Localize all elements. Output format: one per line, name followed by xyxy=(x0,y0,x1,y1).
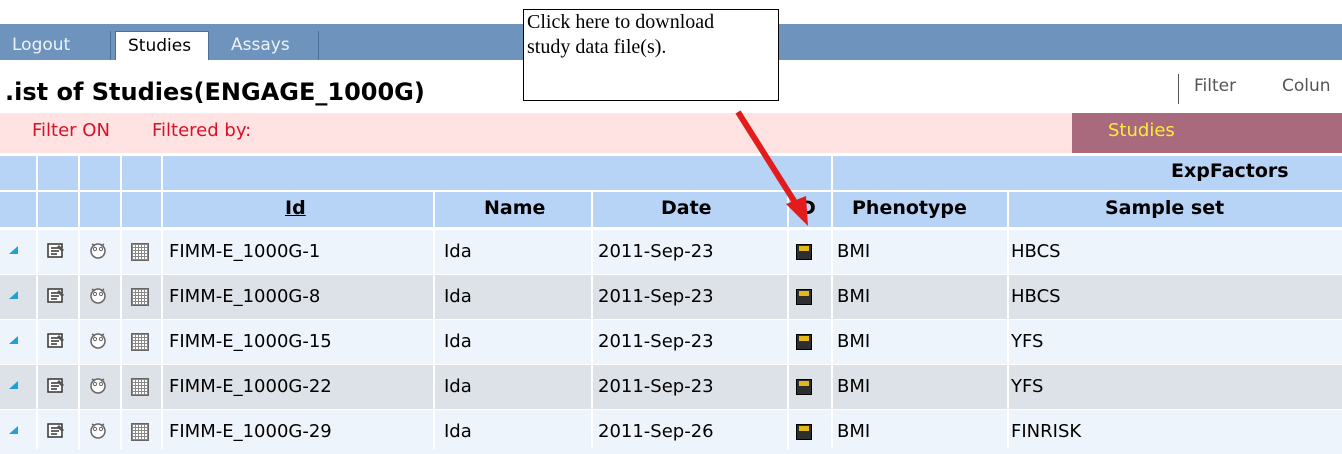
clock-icon[interactable] xyxy=(88,285,108,305)
cell-name: Ida xyxy=(444,376,472,397)
col-header-name[interactable]: Name xyxy=(484,197,545,219)
col-header-id[interactable]: Id xyxy=(285,197,306,219)
grid-icon[interactable] xyxy=(131,333,149,351)
clock-icon[interactable] xyxy=(88,240,108,260)
tab-logout[interactable]: Logout xyxy=(0,31,111,60)
grid-line xyxy=(591,192,593,449)
table-row[interactable]: FIMM-E_1000G-22 Ida 2011-Sep-23 BMI YFS xyxy=(0,365,1342,409)
cell-id: FIMM-E_1000G-15 xyxy=(169,331,332,352)
tab-assays[interactable]: Assays xyxy=(219,31,319,60)
clock-icon[interactable] xyxy=(88,375,108,395)
cell-date: 2011-Sep-23 xyxy=(598,331,714,352)
grid-icon[interactable] xyxy=(131,378,149,396)
edit-document-icon[interactable] xyxy=(46,422,66,440)
expfactors-header: ExpFactors xyxy=(1171,160,1289,182)
filter-status[interactable]: Filter ON xyxy=(32,120,110,141)
cell-name: Ida xyxy=(444,241,472,262)
download-floppy-icon[interactable] xyxy=(796,424,812,440)
cell-id: FIMM-E_1000G-8 xyxy=(169,286,321,307)
cell-id: FIMM-E_1000G-29 xyxy=(169,421,332,442)
cell-sample-set: YFS xyxy=(1011,376,1044,397)
download-floppy-icon[interactable] xyxy=(796,244,812,260)
expand-arrow-icon[interactable] xyxy=(9,291,18,299)
table-row[interactable]: FIMM-E_1000G-8 Ida 2011-Sep-23 BMI HBCS xyxy=(0,275,1342,319)
cell-phenotype: BMI xyxy=(837,331,871,352)
grid-line xyxy=(433,192,435,449)
edit-document-icon[interactable] xyxy=(46,287,66,305)
cell-sample-set: FINRISK xyxy=(1011,421,1082,442)
clock-icon[interactable] xyxy=(88,420,108,440)
header-group-row xyxy=(0,156,1342,190)
edit-document-icon[interactable] xyxy=(46,332,66,350)
expand-arrow-icon[interactable] xyxy=(9,426,18,434)
tooltip-line-1: Click here to download xyxy=(527,11,715,33)
tooltip-line-2: study data file(s). xyxy=(527,36,667,58)
download-floppy-icon[interactable] xyxy=(796,289,812,305)
cell-id: FIMM-E_1000G-1 xyxy=(169,241,321,262)
cell-sample-set: YFS xyxy=(1011,331,1044,352)
grid-line xyxy=(1007,192,1009,449)
cell-phenotype: BMI xyxy=(837,286,871,307)
filtered-by-label: Filtered by: xyxy=(152,120,252,141)
table-row[interactable]: FIMM-E_1000G-15 Ida 2011-Sep-23 BMI YFS xyxy=(0,320,1342,364)
col-header-phenotype[interactable]: Phenotype xyxy=(852,197,967,219)
edit-document-icon[interactable] xyxy=(46,242,66,260)
grid-line xyxy=(36,156,38,449)
cell-phenotype: BMI xyxy=(837,376,871,397)
tools-divider xyxy=(1178,74,1179,104)
expand-arrow-icon[interactable] xyxy=(9,336,18,344)
grid-line xyxy=(831,156,833,449)
clock-icon[interactable] xyxy=(88,330,108,350)
grid-icon[interactable] xyxy=(131,288,149,306)
grid-line xyxy=(78,156,80,449)
filter-link[interactable]: Filter xyxy=(1194,76,1236,96)
table-row[interactable]: FIMM-E_1000G-29 Ida 2011-Sep-26 BMI FINRISK xyxy=(0,410,1342,454)
cell-phenotype: BMI xyxy=(837,241,871,262)
edit-document-icon[interactable] xyxy=(46,377,66,395)
tab-studies[interactable]: Studies xyxy=(115,31,209,60)
cell-date: 2011-Sep-23 xyxy=(598,376,714,397)
cell-date: 2011-Sep-23 xyxy=(598,241,714,262)
grid-line xyxy=(161,156,163,449)
download-floppy-icon[interactable] xyxy=(796,334,812,350)
col-header-sample-set[interactable]: Sample set xyxy=(1105,197,1224,219)
table-row[interactable]: FIMM-E_1000G-1 Ida 2011-Sep-23 BMI HBCS xyxy=(0,230,1342,274)
red-arrow-icon xyxy=(735,110,808,226)
col-header-date[interactable]: Date xyxy=(661,197,712,219)
cell-name: Ida xyxy=(444,331,472,352)
cell-sample-set: HBCS xyxy=(1011,241,1061,262)
cell-id: FIMM-E_1000G-22 xyxy=(169,376,332,397)
grid-icon[interactable] xyxy=(131,243,149,261)
cell-date: 2011-Sep-23 xyxy=(598,286,714,307)
studies-header-label: Studies xyxy=(1108,120,1175,141)
cell-name: Ida xyxy=(444,286,472,307)
columns-link[interactable]: Colun xyxy=(1282,76,1331,96)
grid-line xyxy=(787,192,789,449)
cell-sample-set: HBCS xyxy=(1011,286,1061,307)
download-tooltip: Click here to download study data file(s… xyxy=(523,9,779,101)
cell-phenotype: BMI xyxy=(837,421,871,442)
download-floppy-icon[interactable] xyxy=(796,379,812,395)
expand-arrow-icon[interactable] xyxy=(9,381,18,389)
cell-name: Ida xyxy=(444,421,472,442)
grid-icon[interactable] xyxy=(131,423,149,441)
expand-arrow-icon[interactable] xyxy=(9,246,18,254)
page-title: .ist of Studies(ENGAGE_1000G) xyxy=(5,78,425,106)
cell-date: 2011-Sep-26 xyxy=(598,421,714,442)
grid-line xyxy=(120,156,122,449)
